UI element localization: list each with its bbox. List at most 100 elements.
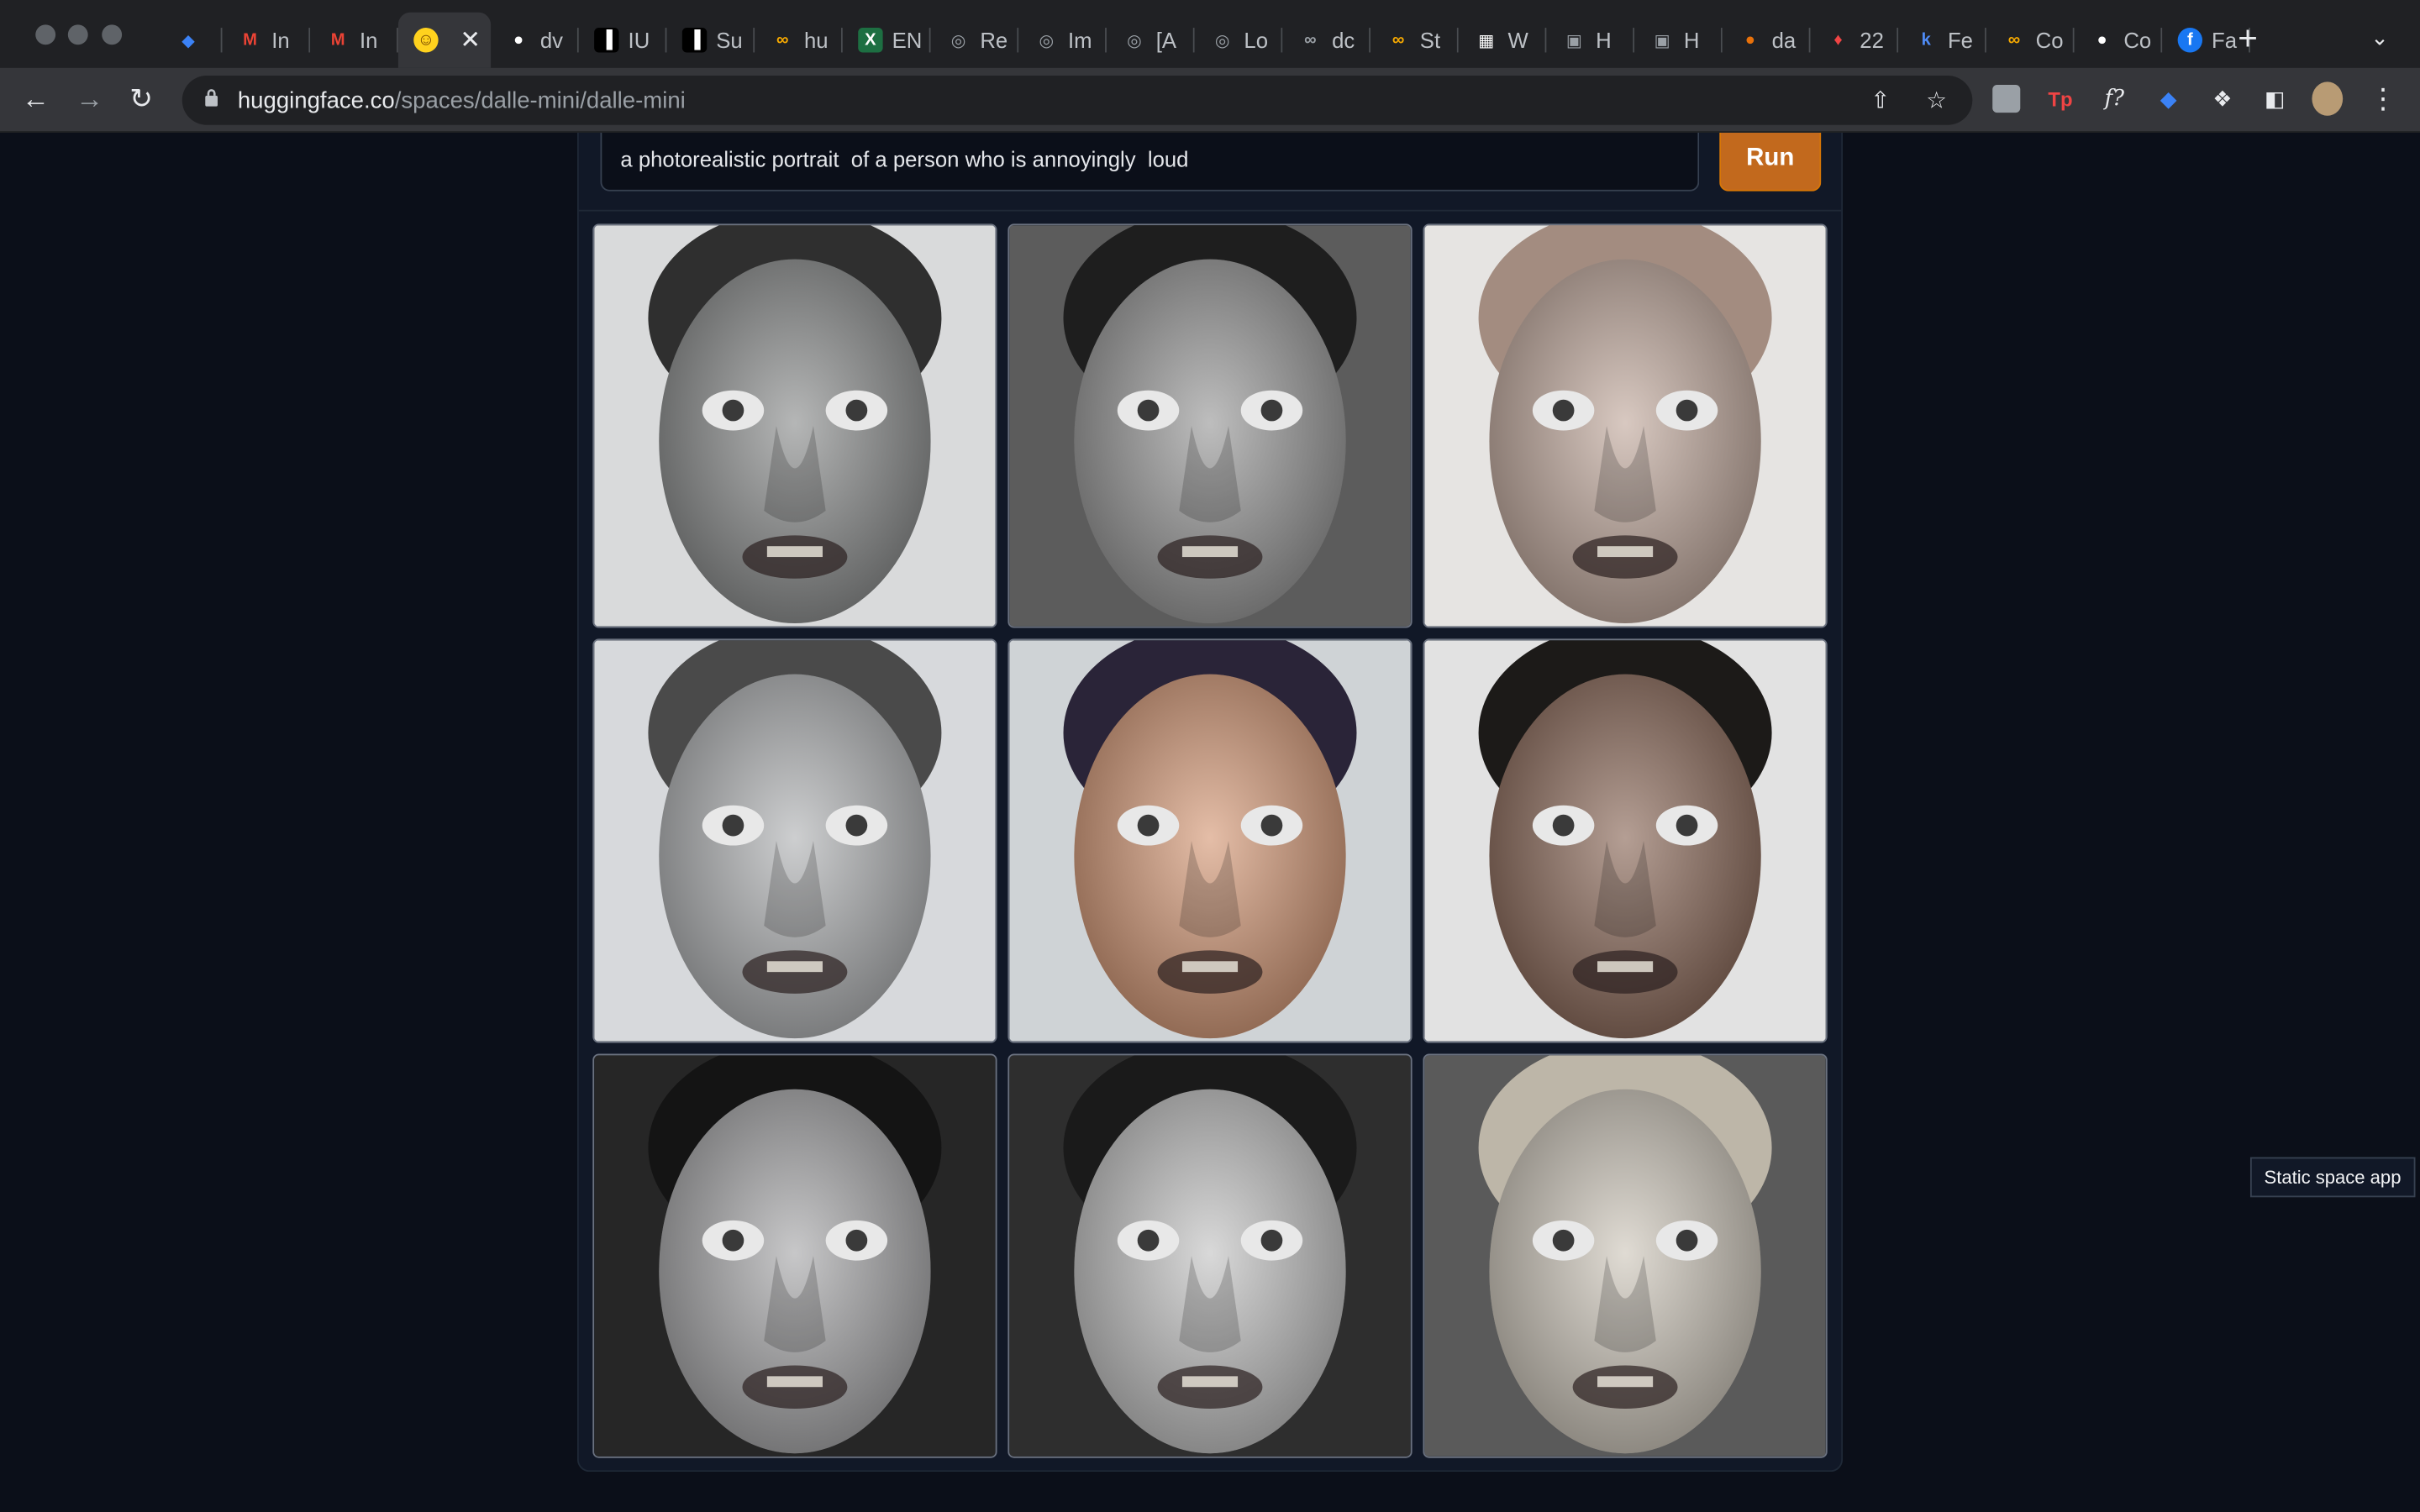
extension-icon[interactable] xyxy=(1992,85,2021,113)
reload-icon[interactable]: ↻ xyxy=(129,81,153,115)
prompt-row: a photorealistic portrait of a person wh… xyxy=(578,132,1842,212)
generated-image[interactable] xyxy=(1007,223,1413,628)
generated-image[interactable] xyxy=(1007,638,1413,1043)
tab-title: Fe xyxy=(1947,28,1973,53)
tab-title: Su xyxy=(716,28,743,53)
globe-icon: ◎ xyxy=(1214,31,1230,50)
generated-image[interactable] xyxy=(592,1053,997,1458)
lock-icon[interactable] xyxy=(203,88,218,107)
browser-tab[interactable]: f Fa xyxy=(2162,13,2250,68)
globe-icon: ◎ xyxy=(950,31,966,50)
dalle-mini-app: a photorealistic portrait of a person wh… xyxy=(576,132,1844,1473)
notion-icon: ▐ xyxy=(681,28,708,53)
browser-tab[interactable]: ◆ xyxy=(160,13,223,68)
bookmark-star-icon[interactable]: ☆ xyxy=(1926,87,1947,114)
browser-tab[interactable]: ▦ W xyxy=(1459,13,1547,68)
tab-title: H xyxy=(1596,28,1612,53)
image-icon: ▣ xyxy=(1565,31,1583,50)
generated-image[interactable] xyxy=(1423,638,1828,1043)
tab-title: Lo xyxy=(1244,28,1269,53)
browser-tab[interactable]: ▐ Su xyxy=(666,13,755,68)
gmail-icon: M xyxy=(330,30,345,50)
address-bar[interactable]: huggingface.co/spaces/dalle-mini/dalle-m… xyxy=(182,76,1973,125)
profile-avatar[interactable] xyxy=(2312,81,2344,116)
browser-tab[interactable]: ◎ Re xyxy=(931,13,1019,68)
generated-image[interactable] xyxy=(592,638,997,1043)
formula-extension-icon[interactable]: f? xyxy=(2099,83,2130,114)
colab-icon: ∞ xyxy=(1392,30,1405,50)
tab-title: In xyxy=(359,28,378,53)
tab-title: Co xyxy=(2035,28,2064,53)
tab-title: Fa xyxy=(2212,28,2238,53)
huggingface-icon: ☺ xyxy=(413,28,439,53)
browser-tab[interactable]: k Fe xyxy=(1898,13,1986,68)
github-icon: ● xyxy=(2096,30,2107,50)
infinity-icon: ∞ xyxy=(1304,30,1317,50)
generated-image[interactable] xyxy=(1423,223,1828,628)
browser-tab[interactable]: ● dv xyxy=(491,13,579,68)
browser-tab[interactable]: ◎ Lo xyxy=(1195,13,1283,68)
browser-tab[interactable]: ◎ Im xyxy=(1018,13,1107,68)
browser-tab[interactable]: M In xyxy=(222,13,311,68)
gmail-icon: M xyxy=(243,30,257,50)
browser-tab[interactable]: ∞ St xyxy=(1370,13,1459,68)
browser-tab[interactable]: ● da xyxy=(1723,13,1811,68)
tab-title: EN xyxy=(892,28,923,53)
share-icon[interactable]: ⇧ xyxy=(1870,87,1890,114)
tab-search-chevron-icon[interactable]: ⌄ xyxy=(2370,24,2389,50)
excel-icon: X xyxy=(858,28,883,53)
tab-title: Re xyxy=(980,28,1008,53)
generated-image[interactable] xyxy=(1007,1053,1413,1458)
browser-tab[interactable]: ∞ hu xyxy=(755,13,843,68)
run-button[interactable]: Run xyxy=(1719,132,1822,192)
minimize-window-button[interactable] xyxy=(67,24,88,45)
browser-toolbar: ← → ↻ huggingface.co/spaces/dalle-mini/d… xyxy=(0,67,2420,133)
browser-tab[interactable]: ▣ H xyxy=(1634,13,1723,68)
notion-icon: ▐ xyxy=(594,28,619,53)
colab-icon: ∞ xyxy=(2007,30,2021,50)
side-panel-icon[interactable]: ◧ xyxy=(2260,83,2291,114)
tab-title: W xyxy=(1507,28,1528,53)
browser-tab[interactable]: ▐ IU xyxy=(579,13,667,68)
puzzle-extensions-icon[interactable]: ❖ xyxy=(2207,83,2238,114)
new-tab-button[interactable]: + xyxy=(2238,21,2258,55)
browser-tab[interactable]: ♦ 22 xyxy=(1810,13,1899,68)
browser-tab[interactable]: ● Co xyxy=(2075,13,2163,68)
image-icon: ▣ xyxy=(1654,31,1670,50)
results-gallery xyxy=(592,223,1828,1458)
generated-image[interactable] xyxy=(1423,1053,1828,1458)
tab-title: Co xyxy=(2123,28,2152,53)
browser-menu-icon[interactable]: ⋮ xyxy=(2368,82,2399,114)
back-arrow-icon[interactable]: ← xyxy=(22,81,50,115)
generated-image[interactable] xyxy=(592,223,997,628)
tab-title: H xyxy=(1683,28,1700,53)
globe-icon: ◎ xyxy=(1039,31,1055,50)
prompt-input[interactable]: a photorealistic portrait of a person wh… xyxy=(600,132,1700,192)
tab-title: dc xyxy=(1332,28,1355,53)
browser-tab[interactable]: M In xyxy=(310,13,398,68)
browser-tab[interactable]: ∞ dc xyxy=(1282,13,1371,68)
diamond-extension-icon[interactable]: ◆ xyxy=(2153,83,2184,114)
url-path: /spaces/dalle-mini/dalle-mini xyxy=(394,87,686,114)
forward-arrow-icon[interactable]: → xyxy=(76,81,103,115)
tab-title: In xyxy=(271,28,290,53)
browser-tab[interactable]: X EN xyxy=(843,13,931,68)
tab-title: hu xyxy=(803,28,829,53)
tp-extension-icon[interactable]: Tp xyxy=(2045,83,2076,114)
browser-tab[interactable]: ▣ H xyxy=(1546,13,1635,68)
diamond-icon: ◆ xyxy=(182,31,195,50)
tab-title: [A xyxy=(1155,28,1177,53)
tab-title: 22 xyxy=(1860,28,1884,53)
tab-title: St xyxy=(1419,28,1441,53)
colab-icon: ∞ xyxy=(776,30,789,50)
globe-icon: ◎ xyxy=(1127,31,1142,50)
close-window-button[interactable] xyxy=(35,24,56,45)
url-host: huggingface.co xyxy=(237,87,395,114)
zoom-window-button[interactable] xyxy=(102,24,123,45)
close-tab-icon[interactable]: ✕ xyxy=(460,24,481,55)
qr-icon: ▦ xyxy=(1478,31,1495,50)
browser-tab[interactable]: ◎ [A xyxy=(1107,13,1195,68)
static-space-tooltip: Static space app xyxy=(2249,1157,2416,1198)
browser-tab[interactable]: ∞ Co xyxy=(1986,13,2075,68)
browser-tab[interactable]: ☺ ✕ xyxy=(397,12,492,68)
